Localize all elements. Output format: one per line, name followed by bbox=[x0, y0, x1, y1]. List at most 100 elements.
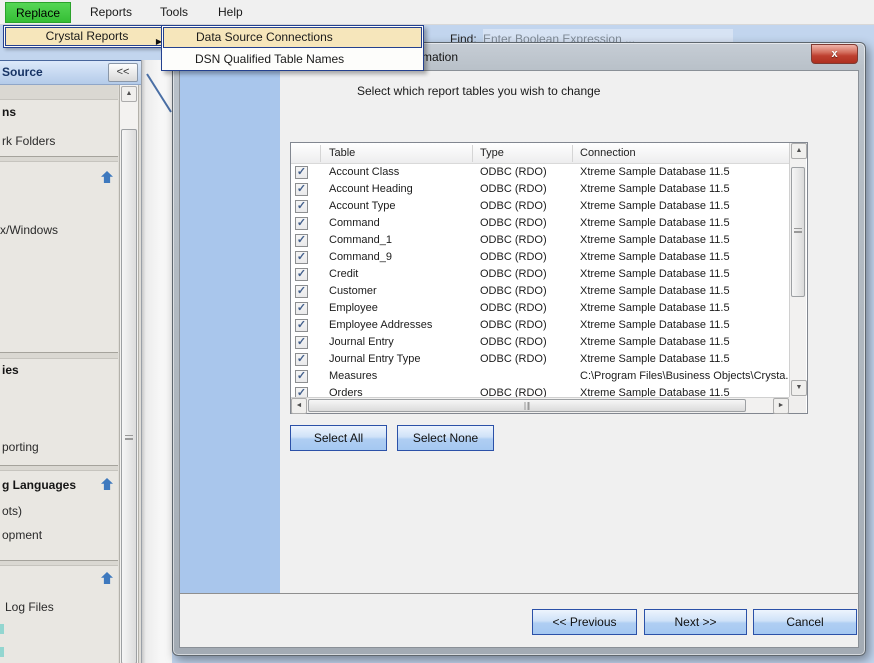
table-row[interactable]: ✓Journal EntryODBC (RDO)Xtreme Sample Da… bbox=[291, 334, 790, 351]
row-checkbox[interactable]: ✓ bbox=[295, 200, 308, 213]
row-checkbox[interactable]: ✓ bbox=[295, 251, 308, 264]
collapse-up-arrow-icon[interactable] bbox=[101, 572, 113, 584]
row-checkbox[interactable]: ✓ bbox=[295, 302, 308, 315]
table-row[interactable]: ✓CustomerODBC (RDO)Xtreme Sample Databas… bbox=[291, 283, 790, 300]
row-checkbox[interactable]: ✓ bbox=[295, 268, 308, 281]
table-cell: Xtreme Sample Database 11.5 bbox=[580, 387, 788, 397]
table-row[interactable]: ✓MeasuresC:\Program Files\Business Objec… bbox=[291, 368, 790, 385]
table-row[interactable]: ✓EmployeeODBC (RDO)Xtreme Sample Databas… bbox=[291, 300, 790, 317]
menu-item-reports[interactable]: Reports bbox=[80, 2, 142, 23]
table-cell: ODBC (RDO) bbox=[480, 217, 577, 229]
select-all-button[interactable]: Select All bbox=[290, 425, 387, 451]
table-cell: Xtreme Sample Database 11.5 bbox=[580, 353, 788, 365]
previous-button[interactable]: << Previous bbox=[532, 609, 637, 635]
scroll-left-icon[interactable]: ◄ bbox=[291, 398, 307, 414]
table-row[interactable]: ✓Account TypeODBC (RDO)Xtreme Sample Dat… bbox=[291, 198, 790, 215]
row-checkbox[interactable]: ✓ bbox=[295, 353, 308, 366]
table-cell: Orders bbox=[329, 387, 477, 397]
scrollbar-corner bbox=[789, 397, 806, 413]
next-button[interactable]: Next >> bbox=[644, 609, 747, 635]
sidebar-item[interactable]: porting bbox=[2, 440, 39, 454]
table-cell: ODBC (RDO) bbox=[480, 200, 577, 212]
dialog-window: mation x Select which report tables you … bbox=[172, 42, 866, 656]
sidebar-scrollbar[interactable]: ▲ bbox=[119, 85, 139, 663]
sidebar-section-header: ns bbox=[2, 105, 16, 119]
table-row[interactable]: ✓Command_9ODBC (RDO)Xtreme Sample Databa… bbox=[291, 249, 790, 266]
table-cell: ODBC (RDO) bbox=[480, 319, 577, 331]
scroll-up-icon[interactable]: ▲ bbox=[121, 86, 137, 102]
table-cell: Xtreme Sample Database 11.5 bbox=[580, 166, 788, 178]
instruction-text: Select which report tables you wish to c… bbox=[357, 84, 600, 98]
table-row[interactable]: ✓Account ClassODBC (RDO)Xtreme Sample Da… bbox=[291, 164, 790, 181]
dialog-title: mation bbox=[422, 50, 458, 64]
table-vertical-scrollbar[interactable]: ▲ ▼ bbox=[789, 143, 806, 397]
horizontal-scrollbar-thumb[interactable] bbox=[308, 399, 746, 412]
row-checkbox[interactable]: ✓ bbox=[295, 387, 308, 397]
sidebar-item[interactable]: ots) bbox=[2, 504, 22, 518]
scroll-right-icon[interactable]: ► bbox=[773, 398, 789, 414]
table-horizontal-scrollbar[interactable]: ◄ ► bbox=[291, 397, 789, 413]
sidebar-item[interactable]: x/Windows bbox=[0, 223, 58, 237]
table-row[interactable]: ✓Account HeadingODBC (RDO)Xtreme Sample … bbox=[291, 181, 790, 198]
menu-item-tools[interactable]: Tools bbox=[150, 2, 198, 23]
collapse-up-arrow-icon[interactable] bbox=[101, 171, 113, 183]
column-header-type[interactable]: Type bbox=[480, 147, 504, 159]
menu-bar: Replace Reports Tools Help bbox=[0, 0, 874, 25]
table-cell: ODBC (RDO) bbox=[480, 353, 577, 365]
row-checkbox[interactable]: ✓ bbox=[295, 285, 308, 298]
sidebar-section-header: g Languages bbox=[2, 478, 76, 492]
menu-item-help[interactable]: Help bbox=[208, 2, 253, 23]
collapse-up-arrow-icon[interactable] bbox=[101, 478, 113, 490]
table-row[interactable]: ✓Journal Entry TypeODBC (RDO)Xtreme Samp… bbox=[291, 351, 790, 368]
sidebar-item[interactable]: rk Folders bbox=[2, 134, 55, 148]
menu-item-data-source-connections[interactable]: Data Source Connections bbox=[163, 27, 422, 48]
table-cell: Command bbox=[329, 217, 477, 229]
sidebar: Source << ns rk Folders x/Windows ies po… bbox=[0, 60, 141, 663]
table-cell: Xtreme Sample Database 11.5 bbox=[580, 251, 788, 263]
column-header-connection[interactable]: Connection bbox=[580, 147, 636, 159]
table-cell: Xtreme Sample Database 11.5 bbox=[580, 285, 788, 297]
table-cell: ODBC (RDO) bbox=[480, 183, 577, 195]
scroll-down-icon[interactable]: ▼ bbox=[791, 380, 807, 396]
select-none-button[interactable]: Select None bbox=[397, 425, 494, 451]
close-icon[interactable]: x bbox=[811, 44, 858, 64]
table-cell: Xtreme Sample Database 11.5 bbox=[580, 183, 788, 195]
column-separator bbox=[572, 145, 573, 162]
table-cell: Xtreme Sample Database 11.5 bbox=[580, 268, 788, 280]
menu-item-replace[interactable]: Replace bbox=[5, 2, 71, 23]
table-row[interactable]: ✓Employee AddressesODBC (RDO)Xtreme Samp… bbox=[291, 317, 790, 334]
sidebar-section: ies porting bbox=[0, 358, 118, 466]
scroll-up-icon[interactable]: ▲ bbox=[791, 143, 807, 159]
row-checkbox[interactable]: ✓ bbox=[295, 319, 308, 332]
sidebar-section: x/Windows bbox=[0, 161, 118, 353]
row-checkbox[interactable]: ✓ bbox=[295, 183, 308, 196]
table-cell: Employee Addresses bbox=[329, 319, 477, 331]
sidebar-item[interactable]: opment bbox=[2, 528, 42, 542]
table-cell: Employee bbox=[329, 302, 477, 314]
row-checkbox[interactable]: ✓ bbox=[295, 234, 308, 247]
scrollbar-grip bbox=[794, 228, 802, 233]
column-header-table[interactable]: Table bbox=[329, 147, 355, 159]
cancel-button[interactable]: Cancel bbox=[753, 609, 857, 635]
scrollbar-grip bbox=[125, 435, 133, 440]
table-cell: C:\Program Files\Business Objects\Crysta… bbox=[580, 370, 788, 382]
vertical-scrollbar-thumb[interactable] bbox=[791, 167, 805, 297]
row-checkbox[interactable]: ✓ bbox=[295, 166, 308, 179]
sidebar-collapse-button[interactable]: << bbox=[108, 63, 138, 82]
table-row[interactable]: ✓CommandODBC (RDO)Xtreme Sample Database… bbox=[291, 215, 790, 232]
table-row[interactable]: ✓OrdersODBC (RDO)Xtreme Sample Database … bbox=[291, 385, 790, 397]
menu-item-dsn-qualified-table-names[interactable]: DSN Qualified Table Names bbox=[163, 50, 422, 70]
table-cell: Command_9 bbox=[329, 251, 477, 263]
page-column bbox=[141, 60, 172, 663]
row-checkbox[interactable]: ✓ bbox=[295, 217, 308, 230]
table-row[interactable]: ✓Command_1ODBC (RDO)Xtreme Sample Databa… bbox=[291, 232, 790, 249]
menu-item-crystal-reports[interactable]: Crystal Reports ▶ bbox=[5, 27, 169, 46]
sidebar-item[interactable]: Log Files bbox=[5, 600, 54, 614]
row-checkbox[interactable]: ✓ bbox=[295, 370, 308, 383]
sidebar-section: g Languages ots) opment bbox=[0, 470, 118, 561]
replace-menu-dropdown: Crystal Reports ▶ bbox=[3, 25, 171, 48]
table-cell: Xtreme Sample Database 11.5 bbox=[580, 302, 788, 314]
sidebar-scrollbar-thumb[interactable] bbox=[121, 129, 137, 663]
row-checkbox[interactable]: ✓ bbox=[295, 336, 308, 349]
table-row[interactable]: ✓CreditODBC (RDO)Xtreme Sample Database … bbox=[291, 266, 790, 283]
